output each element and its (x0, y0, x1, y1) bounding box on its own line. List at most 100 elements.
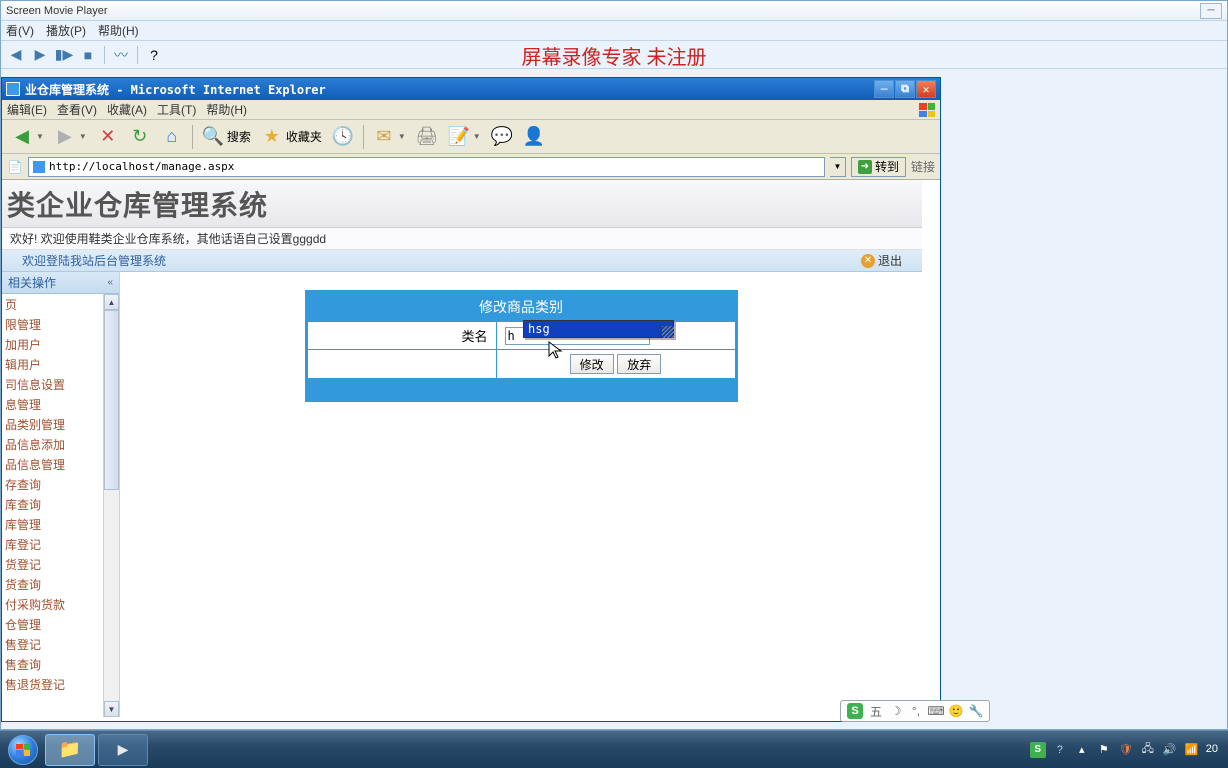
ie-messenger-button[interactable]: 👤 (519, 123, 549, 151)
windows-orb-icon (8, 735, 38, 765)
sidebar-item-16[interactable]: 仓管理 (2, 614, 119, 634)
tray-signal-icon[interactable]: 📶 (1184, 742, 1200, 758)
ie-history-button[interactable]: 🕓 (328, 123, 358, 151)
ie-edit-button[interactable]: 📝▼ (444, 123, 485, 151)
tray-sogou-icon[interactable]: S (1030, 742, 1046, 758)
page-content: 类企业仓库管理系统 欢好! 欢迎使用鞋类企业仓库系统，其他话语自己设置gggdd… (2, 180, 922, 717)
smp-menu-help[interactable]: 帮助(H) (98, 22, 139, 39)
sidebar-item-9[interactable]: 存查询 (2, 474, 119, 494)
links-button[interactable]: 链接 (911, 158, 935, 175)
ie-search-button[interactable]: 🔍搜索 (198, 123, 255, 151)
tray-shield-icon[interactable]: 🛡 (1118, 742, 1134, 758)
address-text: http://localhost/manage.aspx (49, 160, 234, 173)
taskbar-item-player[interactable]: ▶ (98, 734, 148, 766)
collapse-icon[interactable]: « (107, 277, 113, 288)
sidebar-item-17[interactable]: 售登记 (2, 634, 119, 654)
scroll-up-button[interactable]: ▲ (104, 294, 119, 310)
ime-logo-icon[interactable]: S (847, 703, 863, 719)
ie-menu-fav[interactable]: 收藏(A) (107, 101, 147, 118)
ie-forward-button[interactable]: ▶▼ (50, 123, 91, 151)
ie-home-button[interactable]: ⌂ (157, 123, 187, 151)
sidebar-item-11[interactable]: 库管理 (2, 514, 119, 534)
tray-volume-icon[interactable]: 🔊 (1162, 742, 1178, 758)
ie-menu-edit[interactable]: 编辑(E) (7, 101, 47, 118)
go-button[interactable]: ➜转到 (851, 157, 906, 177)
tray-flag-icon[interactable]: ⚑ (1096, 742, 1112, 758)
ime-toolbar[interactable]: S 五 ☽ °, ⌨ 🙂 🔧 (840, 700, 990, 722)
sidebar-item-13[interactable]: 货登记 (2, 554, 119, 574)
tray-help-icon[interactable]: ? (1052, 742, 1068, 758)
smp-prev-button[interactable]: ◀ (6, 45, 26, 65)
page-title: 类企业仓库管理系统 (7, 184, 268, 224)
ie-menu-tools[interactable]: 工具(T) (157, 101, 196, 118)
ime-wrench-icon[interactable]: 🔧 (969, 704, 983, 718)
tray-network-icon[interactable]: 🖧 (1140, 742, 1156, 758)
sidebar-scrollbar[interactable]: ▲ ▼ (103, 294, 119, 717)
ie-menu-help[interactable]: 帮助(H) (206, 101, 247, 118)
sidebar-item-8[interactable]: 品信息管理 (2, 454, 119, 474)
ie-favorites-button[interactable]: ★收藏夹 (257, 123, 326, 151)
smp-title: Screen Movie Player (6, 5, 108, 17)
ie-menubar: 编辑(E) 查看(V) 收藏(A) 工具(T) 帮助(H) (2, 100, 940, 120)
ie-discuss-button[interactable]: 💬 (487, 123, 517, 151)
address-dropdown[interactable]: ▼ (830, 157, 846, 177)
submit-button[interactable]: 修改 (570, 354, 614, 374)
sidebar: 相关操作 « 页限管理加用户辑用户司信息设置息管理品类别管理品信息添加品信息管理… (2, 272, 120, 717)
page-icon (32, 160, 46, 174)
ime-moon-icon[interactable]: ☽ (889, 704, 903, 718)
sidebar-item-10[interactable]: 库查询 (2, 494, 119, 514)
smp-menubar: 看(V) 播放(P) 帮助(H) (1, 21, 1227, 41)
taskbar-item-explorer[interactable]: 📁 (45, 734, 95, 766)
address-input[interactable]: http://localhost/manage.aspx (28, 157, 825, 177)
smp-wave-button[interactable]: 〰 (111, 45, 131, 65)
exit-button[interactable]: ✕ 退出 (861, 252, 902, 269)
cancel-button[interactable]: 放弃 (617, 354, 661, 374)
sidebar-item-19[interactable]: 售退货登记 (2, 674, 119, 694)
sidebar-item-6[interactable]: 品类别管理 (2, 414, 119, 434)
welcome-bar: 欢迎登陆我站后台管理系统 ✕ 退出 (2, 250, 922, 272)
ime-mode-label[interactable]: 五 (869, 704, 883, 718)
ie-back-button[interactable]: ◀▼ (7, 123, 48, 151)
sidebar-item-2[interactable]: 加用户 (2, 334, 119, 354)
ie-minimize-button[interactable]: ─ (874, 80, 894, 98)
smp-pause-button[interactable]: ▮▶ (54, 45, 74, 65)
sidebar-item-7[interactable]: 品信息添加 (2, 434, 119, 454)
page-banner: 类企业仓库管理系统 (2, 180, 922, 228)
ie-titlebar: 业仓库管理系统 - Microsoft Internet Explorer ─ … (2, 78, 940, 100)
sidebar-item-18[interactable]: 售查询 (2, 654, 119, 674)
tray-clock[interactable]: 20 (1206, 744, 1218, 755)
ime-person-icon[interactable]: 🙂 (949, 704, 963, 718)
ie-close-button[interactable]: ✕ (916, 80, 936, 98)
exit-icon: ✕ (861, 254, 875, 268)
smp-menu-view[interactable]: 看(V) (6, 22, 34, 39)
sidebar-item-3[interactable]: 辑用户 (2, 354, 119, 374)
ie-menu-view[interactable]: 查看(V) (57, 101, 97, 118)
scroll-down-button[interactable]: ▼ (104, 701, 119, 717)
autocomplete-item[interactable]: hsg (524, 321, 673, 337)
ime-keyboard-icon[interactable]: ⌨ (929, 704, 943, 718)
ie-maximize-button[interactable]: ⧉ (895, 80, 915, 98)
smp-stop-button[interactable]: ■ (78, 45, 98, 65)
sidebar-item-0[interactable]: 页 (2, 294, 119, 314)
tray-up-icon[interactable]: ▴ (1074, 742, 1090, 758)
smp-about-button[interactable]: ? (144, 45, 164, 65)
ie-refresh-button[interactable]: ↻ (125, 123, 155, 151)
sidebar-item-5[interactable]: 息管理 (2, 394, 119, 414)
smp-menu-play[interactable]: 播放(P) (46, 22, 86, 39)
ie-print-button[interactable]: 🖨 (412, 123, 442, 151)
sidebar-item-15[interactable]: 付采购货款 (2, 594, 119, 614)
sidebar-item-12[interactable]: 库登记 (2, 534, 119, 554)
autocomplete-dropdown[interactable]: hsg (523, 320, 674, 338)
scroll-thumb[interactable] (104, 310, 119, 490)
ie-mail-button[interactable]: ✉▼ (369, 123, 410, 151)
sidebar-item-1[interactable]: 限管理 (2, 314, 119, 334)
resize-handle-icon[interactable] (662, 326, 674, 338)
category-form-table: 修改商品类别 类名 修改 放弃 (305, 290, 738, 402)
ime-punct-icon[interactable]: °, (909, 704, 923, 718)
sidebar-item-14[interactable]: 货查询 (2, 574, 119, 594)
smp-minimize-button[interactable]: ─ (1200, 3, 1222, 19)
ie-stop-button[interactable]: ✕ (93, 123, 123, 151)
start-button[interactable] (4, 733, 42, 767)
smp-play-button[interactable]: ▶ (30, 45, 50, 65)
sidebar-item-4[interactable]: 司信息设置 (2, 374, 119, 394)
